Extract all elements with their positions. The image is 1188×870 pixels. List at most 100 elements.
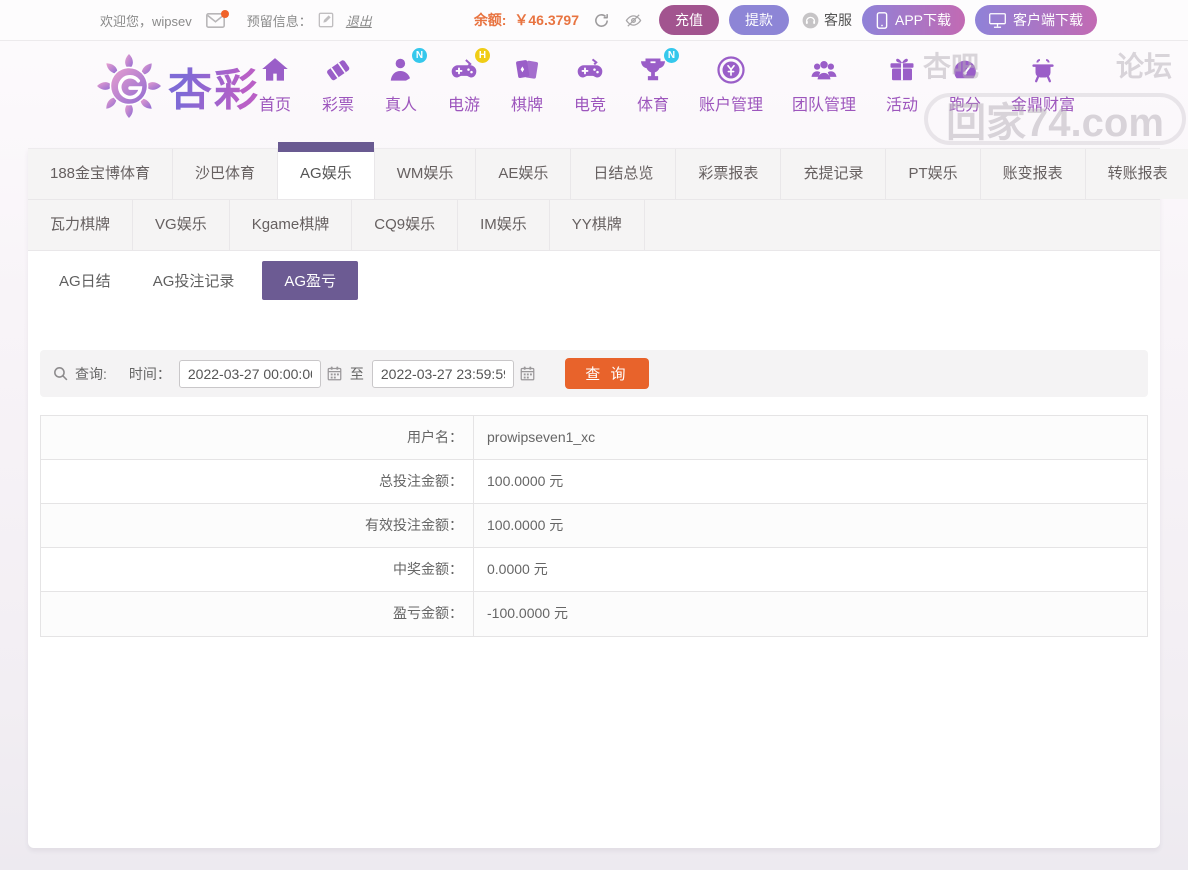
report-table: 用户名：prowipseven1_xc总投注金额：100.0000 元有效投注金…	[40, 415, 1148, 637]
main-nav: 首页彩票N真人H电游棋牌电竞N体育账户管理团队管理活动跑分金鼎财富	[258, 53, 1104, 115]
subtab-row: AG日结 AG投注记录 AG盈亏	[45, 261, 1160, 299]
tab-日结总览[interactable]: 日结总览	[571, 149, 676, 199]
balance-value: ￥46.3797	[514, 12, 579, 28]
tab-CQ9娱乐[interactable]: CQ9娱乐	[352, 200, 458, 250]
nav-item-金鼎财富[interactable]: 金鼎财富	[1011, 53, 1075, 115]
logo-emblem-icon	[96, 53, 162, 119]
topbar: 欢迎您，wipsev 预留信息： 退出 余额: ￥46.3797 充值 提款 客…	[0, 0, 1188, 41]
row-label: 用户名：	[41, 416, 474, 459]
watermark-right: 论坛	[1116, 45, 1172, 85]
brand-logo[interactable]: 杏彩	[96, 53, 260, 119]
nav-label: 电游	[448, 91, 480, 115]
nav-label: 电竞	[574, 91, 606, 115]
calendar-to-icon[interactable]	[520, 366, 535, 381]
nav-item-体育[interactable]: N体育	[636, 53, 670, 115]
tab-AE娱乐[interactable]: AE娱乐	[476, 149, 571, 199]
table-row: 总投注金额：100.0000 元	[41, 460, 1147, 504]
table-row: 有效投注金额：100.0000 元	[41, 504, 1147, 548]
tab-彩票报表[interactable]: 彩票报表	[676, 149, 781, 199]
reserved-message-label: 预留信息：	[247, 11, 312, 30]
row-label: 中奖金额：	[41, 548, 474, 591]
recharge-button[interactable]: 充值	[659, 5, 719, 35]
balance: 余额: ￥46.3797	[474, 10, 579, 30]
nav-item-真人[interactable]: N真人	[384, 53, 418, 115]
tab-IM娱乐[interactable]: IM娱乐	[458, 200, 550, 250]
paofen-icon	[948, 53, 982, 87]
logout-link[interactable]: 退出	[346, 11, 372, 30]
tab-充提记录[interactable]: 充提记录	[781, 149, 886, 199]
edit-icon[interactable]	[318, 12, 334, 28]
nav-item-电游[interactable]: H 电游	[447, 53, 481, 115]
row-label: 总投注金额：	[41, 460, 474, 503]
date-from-input[interactable]	[179, 360, 321, 388]
badge-h: H	[475, 48, 490, 63]
notification-dot	[221, 10, 229, 18]
nav-item-活动[interactable]: 活动	[885, 53, 919, 115]
nav-item-棋牌[interactable]: 棋牌	[510, 53, 544, 115]
tab-188金宝博体育[interactable]: 188金宝博体育	[28, 149, 173, 199]
phone-icon	[876, 12, 888, 29]
nav-item-跑分[interactable]: 跑分	[948, 53, 982, 115]
customer-service-label: 客服	[824, 10, 852, 30]
brand-name: 杏彩	[168, 54, 260, 118]
account-coin-icon	[714, 53, 748, 87]
table-row: 盈亏金额：-100.0000 元	[41, 592, 1147, 636]
refresh-icon[interactable]	[593, 12, 610, 29]
table-row: 中奖金额：0.0000 元	[41, 548, 1147, 592]
tab-VG娱乐[interactable]: VG娱乐	[133, 200, 230, 250]
date-to-input[interactable]	[372, 360, 514, 388]
search-bar: 查询: 时间： 至 查 询	[40, 350, 1148, 397]
tab-AG娱乐[interactable]: AG娱乐	[278, 149, 375, 199]
subtab-AG投注记录[interactable]: AG投注记录	[139, 261, 249, 300]
monitor-icon	[989, 13, 1006, 28]
nav-label: 首页	[259, 91, 291, 115]
query-button[interactable]: 查 询	[565, 358, 649, 389]
eye-off-icon[interactable]	[624, 12, 643, 29]
nav-label: 棋牌	[511, 91, 543, 115]
row-value: -100.0000 元	[474, 592, 1147, 636]
slot-games-icon: H	[447, 53, 481, 87]
main-panel: 188金宝博体育沙巴体育AG娱乐WM娱乐AE娱乐日结总览彩票报表充提记录PT娱乐…	[28, 148, 1160, 848]
customer-service-link[interactable]: 客服	[801, 10, 852, 30]
nav-item-彩票[interactable]: 彩票	[321, 53, 355, 115]
tab-row-1: 188金宝博体育沙巴体育AG娱乐WM娱乐AE娱乐日结总览彩票报表充提记录PT娱乐…	[28, 148, 1160, 200]
nav-label: 账户管理	[699, 91, 763, 115]
app-download-button[interactable]: APP下载	[862, 5, 965, 35]
tab-Kgame棋牌[interactable]: Kgame棋牌	[230, 200, 353, 250]
trophy-icon: N	[636, 53, 670, 87]
headset-icon	[801, 11, 820, 30]
tab-转账报表[interactable]: 转账报表	[1086, 149, 1188, 199]
tab-PT娱乐[interactable]: PT娱乐	[886, 149, 980, 199]
row-label: 有效投注金额：	[41, 504, 474, 547]
welcome-text: 欢迎您，wipsev	[100, 11, 192, 30]
tab-账变报表[interactable]: 账变报表	[981, 149, 1086, 199]
ticket-icon	[321, 53, 355, 87]
row-value: 0.0000 元	[474, 548, 1147, 591]
tab-WM娱乐[interactable]: WM娱乐	[375, 149, 477, 199]
tab-瓦力棋牌[interactable]: 瓦力棋牌	[28, 200, 133, 250]
nav-label: 跑分	[949, 91, 981, 115]
nav-item-团队管理[interactable]: 团队管理	[792, 53, 856, 115]
mail-icon[interactable]	[206, 13, 225, 28]
tab-YY棋牌[interactable]: YY棋牌	[550, 200, 645, 250]
client-download-label: 客户端下载	[1013, 10, 1083, 30]
search-icon	[52, 365, 69, 382]
nav-label: 真人	[385, 91, 417, 115]
row-value: 100.0000 元	[474, 460, 1147, 503]
subtab-AG盈亏[interactable]: AG盈亏	[262, 261, 358, 300]
tab-沙巴体育[interactable]: 沙巴体育	[173, 149, 278, 199]
nav-item-电竞[interactable]: 电竞	[573, 53, 607, 115]
balance-label: 余额:	[474, 12, 507, 28]
team-icon	[807, 53, 841, 87]
nav-item-首页[interactable]: 首页	[258, 53, 292, 115]
nav-item-账户管理[interactable]: 账户管理	[699, 53, 763, 115]
time-label: 时间：	[129, 364, 171, 384]
calendar-from-icon[interactable]	[327, 366, 342, 381]
nav-label: 彩票	[322, 91, 354, 115]
nav-label: 团队管理	[792, 91, 856, 115]
esports-icon	[573, 53, 607, 87]
withdraw-button[interactable]: 提款	[729, 5, 789, 35]
client-download-button[interactable]: 客户端下载	[975, 5, 1097, 35]
subtab-AG日结[interactable]: AG日结	[45, 261, 125, 300]
site-header: 杏彩 首页彩票N真人H电游棋牌电竞N体育账户管理团队管理活动跑分金鼎财富 杏吧 …	[0, 41, 1188, 148]
